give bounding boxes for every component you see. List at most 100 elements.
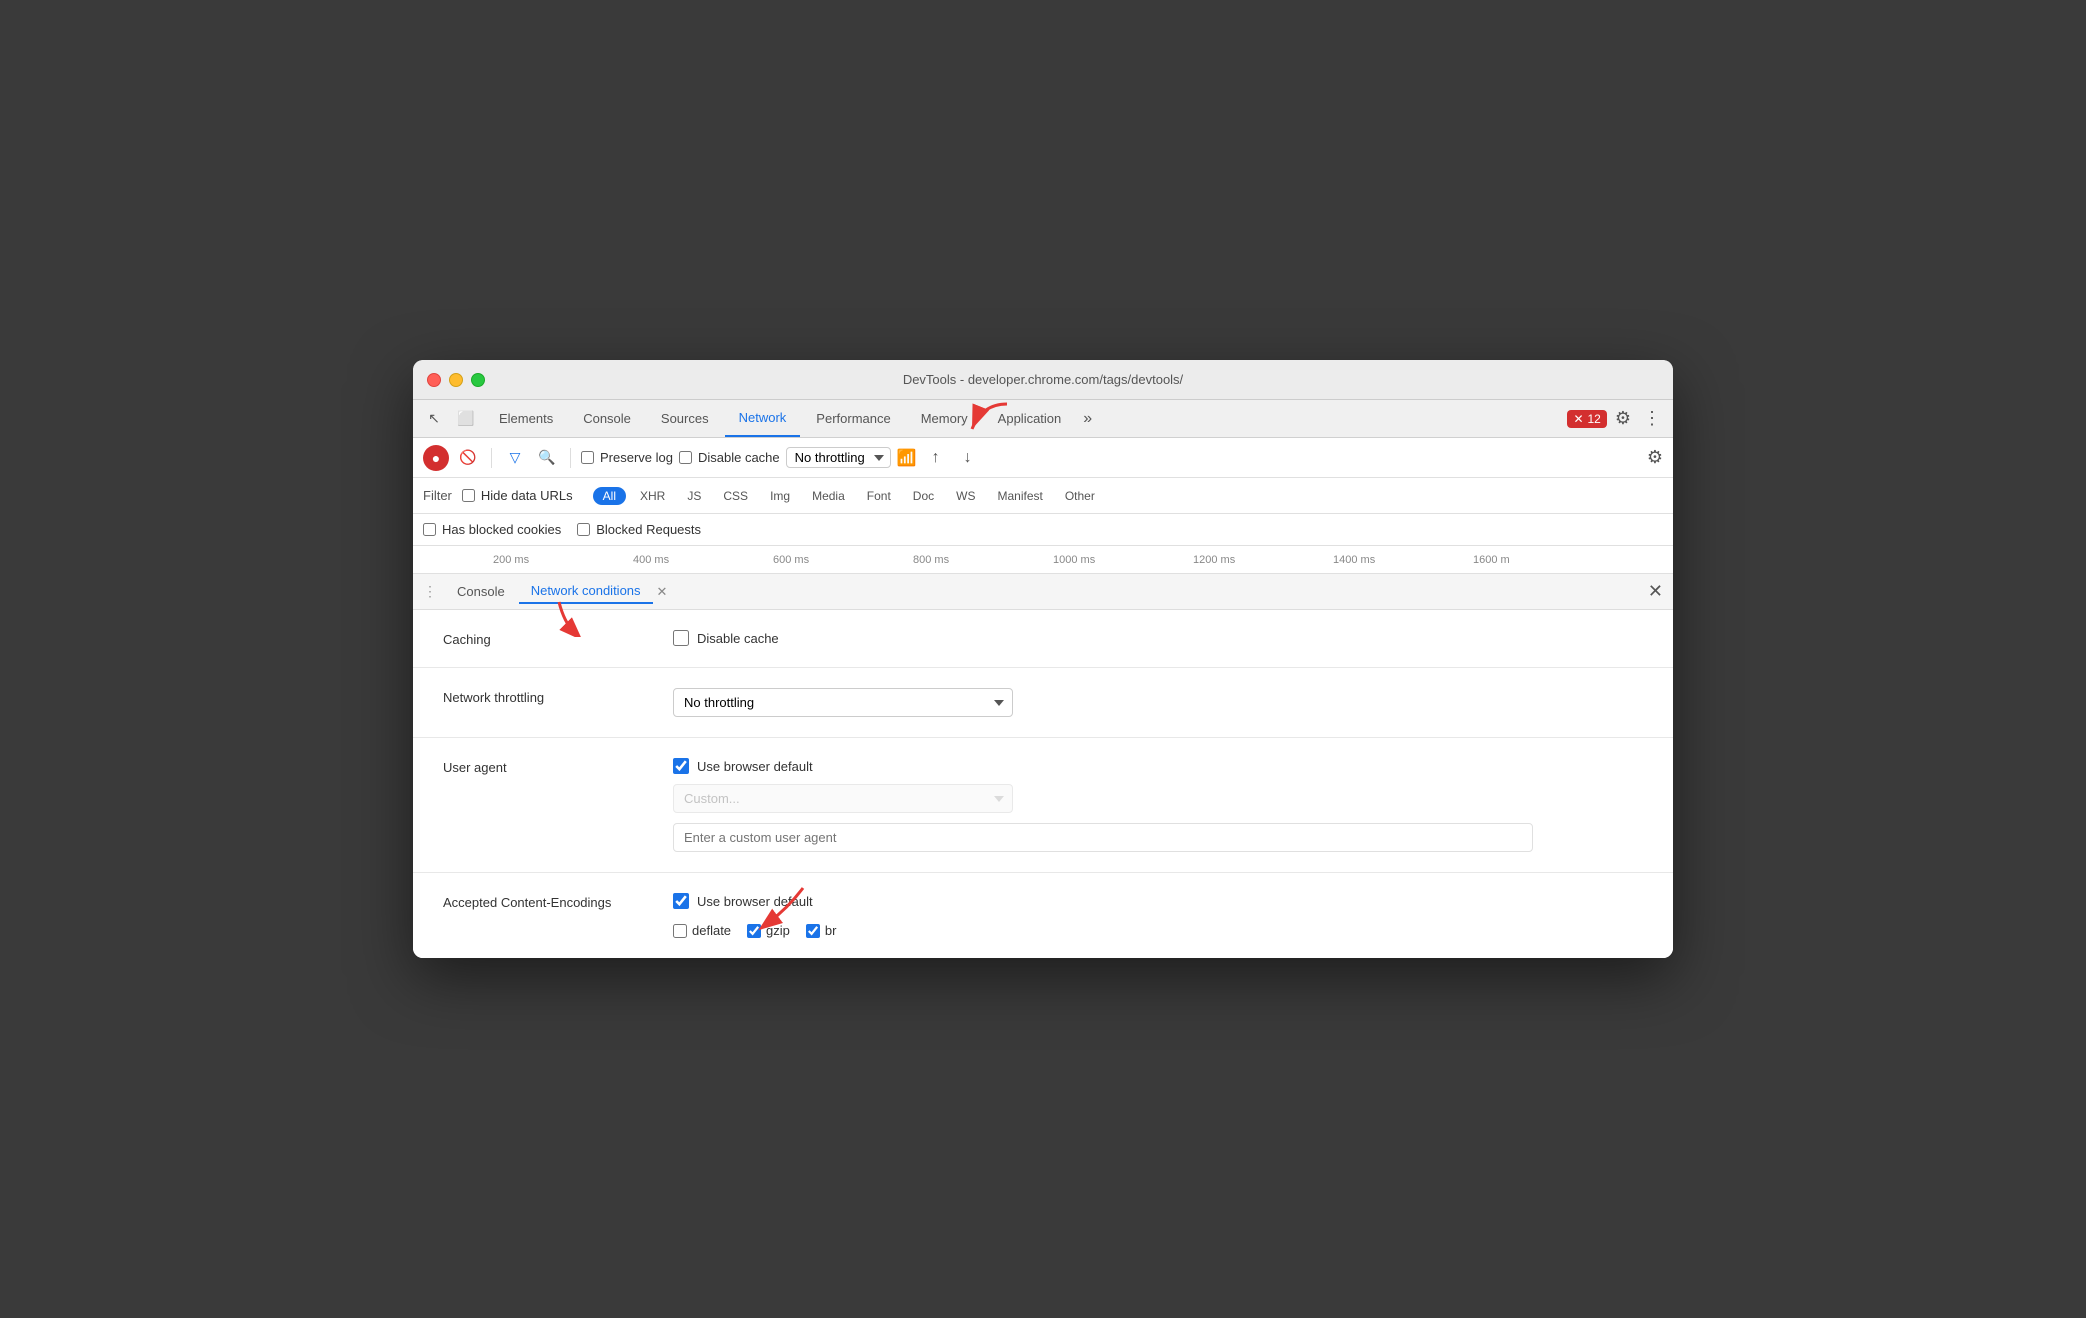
download-button[interactable]: ↓ xyxy=(955,445,981,471)
minimize-button[interactable] xyxy=(449,373,463,387)
filter-chip-xhr[interactable]: XHR xyxy=(632,487,673,505)
separator-1 xyxy=(491,448,492,468)
close-button[interactable] xyxy=(427,373,441,387)
caching-row: Caching Disable cache xyxy=(413,610,1673,668)
hide-data-urls-label[interactable]: Hide data URLs xyxy=(462,488,573,503)
close-tab-icon[interactable]: ✕ xyxy=(657,584,668,600)
device-icon[interactable]: ⬜ xyxy=(453,406,479,432)
disable-cache-nc-checkbox[interactable] xyxy=(673,630,689,646)
filter-label: Filter xyxy=(423,488,452,503)
tab-performance[interactable]: Performance xyxy=(802,400,904,437)
preserve-log-label[interactable]: Preserve log xyxy=(581,450,673,465)
title-bar: DevTools - developer.chrome.com/tags/dev… xyxy=(413,360,1673,400)
tick-600ms: 600 ms xyxy=(773,554,809,566)
network-throttling-row: Network throttling No throttling Fast 3G… xyxy=(413,668,1673,738)
tick-1000ms: 1000 ms xyxy=(1053,554,1095,566)
bottom-tab-console[interactable]: Console xyxy=(445,574,517,609)
network-conditions-content: Caching Disable cache Network throttling… xyxy=(413,610,1673,958)
search-button[interactable]: 🔍 xyxy=(534,445,560,471)
more-options-icon[interactable]: ⋮ xyxy=(1639,408,1665,429)
blocked-filter-bar: Has blocked cookies Blocked Requests xyxy=(413,514,1673,546)
filter-chip-img[interactable]: Img xyxy=(762,487,798,505)
custom-user-agent-input[interactable] xyxy=(673,823,1533,852)
filter-chip-all[interactable]: All xyxy=(593,487,626,505)
filter-chip-manifest[interactable]: Manifest xyxy=(989,487,1050,505)
timeline-bar: 200 ms 400 ms 600 ms 800 ms 1000 ms 1200… xyxy=(413,546,1673,574)
br-label: br xyxy=(825,923,837,938)
disable-cache-checkbox[interactable] xyxy=(679,451,692,464)
user-agent-label: User agent xyxy=(443,758,643,775)
filter-chip-other[interactable]: Other xyxy=(1057,487,1103,505)
tab-application[interactable]: Application xyxy=(984,400,1076,437)
toolbar-settings-icon[interactable]: ⚙ xyxy=(1647,447,1663,468)
user-agent-control: Use browser default Custom... xyxy=(673,758,1643,852)
drag-handle-icon[interactable]: ⋮ xyxy=(423,583,437,600)
preserve-log-checkbox[interactable] xyxy=(581,451,594,464)
tick-800ms: 800 ms xyxy=(913,554,949,566)
filter-chip-js[interactable]: JS xyxy=(679,487,709,505)
throttle-select[interactable]: No throttling xyxy=(786,447,891,468)
use-browser-default-label: Use browser default xyxy=(697,759,813,774)
use-browser-default-checkbox[interactable] xyxy=(673,758,689,774)
nc-throttle-select[interactable]: No throttling Fast 3G Slow 3G Offline Cu… xyxy=(673,688,1013,717)
tick-1600ms: 1600 m xyxy=(1473,554,1510,566)
tab-memory[interactable]: Memory xyxy=(907,407,982,430)
has-blocked-cookies-checkbox[interactable] xyxy=(423,523,436,536)
br-checkbox[interactable] xyxy=(806,924,820,938)
cursor-icon[interactable]: ↖ xyxy=(421,406,447,432)
bottom-panel: ⋮ Console Network conditions ✕ xyxy=(413,574,1673,958)
network-throttling-label: Network throttling xyxy=(443,688,643,705)
close-bottom-panel-icon[interactable]: ✕ xyxy=(1648,581,1663,602)
filter-chips: All XHR JS CSS Img Media Font Doc WS Man… xyxy=(593,487,1103,505)
network-toolbar: ● 🚫 ▽ 🔍 Preserve log Disable cache No th… xyxy=(413,438,1673,478)
tick-1400ms: 1400 ms xyxy=(1333,554,1375,566)
bottom-tab-network-conditions[interactable]: Network conditions xyxy=(519,579,653,604)
filter-chip-media[interactable]: Media xyxy=(804,487,853,505)
upload-button[interactable]: ↑ xyxy=(923,445,949,471)
separator-2 xyxy=(570,448,571,468)
blocked-requests-label[interactable]: Blocked Requests xyxy=(577,522,701,537)
filter-bar: Filter Hide data URLs All XHR JS CSS Img… xyxy=(413,478,1673,514)
accepted-content-encodings-label: Accepted Content-Encodings xyxy=(443,893,643,910)
tab-elements[interactable]: Elements xyxy=(485,400,567,437)
deflate-checkbox[interactable] xyxy=(673,924,687,938)
filter-chip-ws[interactable]: WS xyxy=(948,487,983,505)
tick-200ms: 200 ms xyxy=(493,554,529,566)
gzip-label: gzip xyxy=(766,923,790,938)
filter-chip-doc[interactable]: Doc xyxy=(905,487,942,505)
throttling-control: No throttling Fast 3G Slow 3G Offline Cu… xyxy=(673,688,1643,717)
error-badge[interactable]: ✕ 12 xyxy=(1567,410,1606,428)
filter-button[interactable]: ▽ xyxy=(502,445,528,471)
window-title: DevTools - developer.chrome.com/tags/dev… xyxy=(903,372,1183,387)
bottom-tab-bar: ⋮ Console Network conditions ✕ xyxy=(413,574,1673,610)
tick-1200ms: 1200 ms xyxy=(1193,554,1235,566)
has-blocked-cookies-label[interactable]: Has blocked cookies xyxy=(423,522,561,537)
hide-data-urls-checkbox[interactable] xyxy=(462,489,475,502)
filter-chip-font[interactable]: Font xyxy=(859,487,899,505)
gzip-checkbox[interactable] xyxy=(747,924,761,938)
wifi-settings-icon[interactable]: 📶 xyxy=(897,448,917,468)
more-tabs-button[interactable]: » xyxy=(1077,410,1098,428)
use-browser-default2-label: Use browser default xyxy=(697,894,813,909)
error-x-icon: ✕ xyxy=(1573,412,1583,426)
devtools-window: DevTools - developer.chrome.com/tags/dev… xyxy=(413,360,1673,958)
disable-cache-label[interactable]: Disable cache xyxy=(679,450,780,465)
user-agent-row: User agent Use browser default Custom... xyxy=(413,738,1673,873)
blocked-requests-checkbox[interactable] xyxy=(577,523,590,536)
encoding-checkboxes: deflate gzip br xyxy=(673,923,1643,938)
use-browser-default2-checkbox[interactable] xyxy=(673,893,689,909)
settings-gear-icon[interactable]: ⚙ xyxy=(1609,408,1637,429)
accepted-content-control: Use browser default deflate gzip xyxy=(673,893,1643,938)
tick-400ms: 400 ms xyxy=(633,554,669,566)
clear-button[interactable]: 🚫 xyxy=(455,445,481,471)
maximize-button[interactable] xyxy=(471,373,485,387)
tab-sources[interactable]: Sources xyxy=(647,400,723,437)
caching-control: Disable cache xyxy=(673,630,1643,646)
tab-network[interactable]: Network xyxy=(725,400,801,437)
caching-label: Caching xyxy=(443,630,643,647)
deflate-label: deflate xyxy=(692,923,731,938)
tab-console[interactable]: Console xyxy=(569,400,645,437)
custom-user-agent-select: Custom... xyxy=(673,784,1013,813)
filter-chip-css[interactable]: CSS xyxy=(715,487,756,505)
record-button[interactable]: ● xyxy=(423,445,449,471)
